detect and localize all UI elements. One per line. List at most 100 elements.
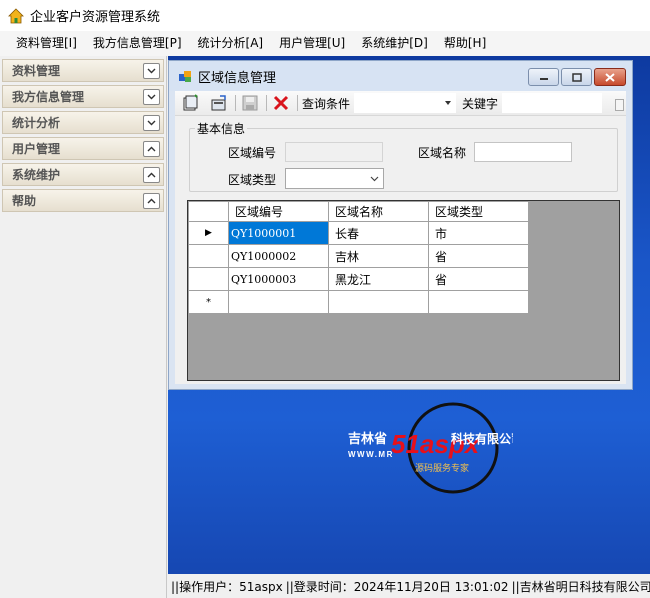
toolbar-overflow-button[interactable] xyxy=(615,99,624,111)
new-record-icon[interactable] xyxy=(181,93,201,113)
grid-table: 区域编号 区域名称 区域类型 ▶ QY1000001 长春 市 QY100000… xyxy=(188,201,529,314)
status-company: ||吉林省明日科技有限公司制 xyxy=(511,579,650,594)
column-header-region-type[interactable]: 区域类型 xyxy=(428,201,529,222)
logo-graphic: 吉林省 51aspx 科技有限公司 WWW.MR 源码服务专家 xyxy=(348,402,523,494)
grid-corner-cell xyxy=(188,201,229,222)
toolbar-separator xyxy=(266,95,267,111)
cell-region-type[interactable]: 市 xyxy=(428,221,529,245)
table-row[interactable]: QY1000003 黑龙江 省 xyxy=(188,267,529,291)
company-logo: 吉林省 51aspx 科技有限公司 WWW.MR 源码服务专家 xyxy=(343,401,523,496)
region-code-input[interactable] xyxy=(285,142,383,162)
menu-user-management[interactable]: 用户管理[U] xyxy=(271,31,353,56)
cell-region-type[interactable]: 省 xyxy=(428,267,529,291)
region-name-input[interactable] xyxy=(474,142,572,162)
sidebar-section-label: 系统维护 xyxy=(12,168,61,182)
window-body: 查询条件 关键字 基本信息 区域编号 区域名称 区域类型 区域编号 区域名称 区… xyxy=(175,91,626,384)
region-name-label: 区域名称 xyxy=(418,146,467,160)
query-condition-label: 查询条件 xyxy=(302,96,351,111)
toolbar: 查询条件 关键字 xyxy=(175,91,626,116)
sidebar-section-statistics[interactable]: 统计分析 xyxy=(2,111,164,134)
region-code-label: 区域编号 xyxy=(228,146,277,160)
cell-region-code[interactable]: QY1000002 xyxy=(228,244,329,268)
cell-region-name[interactable]: 长春 xyxy=(328,221,429,245)
keyword-input[interactable] xyxy=(502,93,603,113)
menu-bar: 资料管理[I] 我方信息管理[P] 统计分析[A] 用户管理[U] 系统维护[D… xyxy=(0,31,650,56)
sidebar-section-label: 统计分析 xyxy=(12,116,61,130)
region-info-window: 区域信息管理 查询条件 关键字 基本信息 区域编号 区域名称 区域类型 区域编号… xyxy=(168,60,633,390)
region-type-select[interactable] xyxy=(285,168,384,189)
sidebar-section-user-management[interactable]: 用户管理 xyxy=(2,137,164,160)
chevron-down-icon xyxy=(370,176,379,182)
toolbar-separator xyxy=(235,95,236,111)
region-data-grid: 区域编号 区域名称 区域类型 ▶ QY1000001 长春 市 QY100000… xyxy=(187,200,620,381)
maximize-icon xyxy=(571,72,582,82)
logo-url-text: WWW.MR xyxy=(348,450,394,459)
sidebar-section-label: 资料管理 xyxy=(12,64,61,78)
row-header[interactable] xyxy=(188,267,229,291)
sidebar-section-data-management[interactable]: 资料管理 xyxy=(2,59,164,82)
home-icon xyxy=(8,7,24,23)
chevron-down-icon[interactable] xyxy=(143,88,160,105)
cell-region-code[interactable]: QY1000003 xyxy=(228,267,329,291)
new-row[interactable]: * xyxy=(188,290,529,314)
cell-region-type[interactable]: 省 xyxy=(428,244,529,268)
logo-left-text: 吉林省 xyxy=(348,431,387,446)
sidebar-section-system-maintenance[interactable]: 系统维护 xyxy=(2,163,164,186)
app-title: 企业客户资源管理系统 xyxy=(30,10,161,25)
grid-header-row: 区域编号 区域名称 区域类型 xyxy=(188,201,529,222)
column-header-region-name[interactable]: 区域名称 xyxy=(328,201,429,222)
sidebar-section-our-info-management[interactable]: 我方信息管理 xyxy=(2,85,164,108)
app-titlebar: 企业客户资源管理系统 xyxy=(0,0,650,31)
menu-help[interactable]: 帮助[H] xyxy=(436,31,494,56)
sidebar-section-label: 用户管理 xyxy=(12,142,61,156)
edit-record-icon[interactable] xyxy=(209,93,229,113)
menu-our-info-management[interactable]: 我方信息管理[P] xyxy=(85,31,190,56)
basic-info-groupbox: 基本信息 区域编号 区域名称 区域类型 xyxy=(189,120,618,192)
logo-suffix-text: 科技有限公司 xyxy=(451,431,513,446)
close-button[interactable] xyxy=(594,68,626,86)
sidebar-section-label: 帮助 xyxy=(12,194,37,208)
region-type-label: 区域类型 xyxy=(228,173,277,187)
chevron-down-icon[interactable] xyxy=(143,114,160,131)
menu-data-management[interactable]: 资料管理[I] xyxy=(8,31,85,56)
sidebar-section-label: 我方信息管理 xyxy=(12,90,85,104)
new-row-indicator-icon[interactable]: * xyxy=(188,290,229,314)
delete-icon[interactable] xyxy=(271,93,291,113)
save-icon[interactable] xyxy=(240,93,260,113)
chevron-up-icon[interactable] xyxy=(143,166,160,183)
cell-region-code[interactable]: QY1000001 xyxy=(228,221,329,245)
sidebar: 资料管理 我方信息管理 统计分析 用户管理 系统维护 帮助 xyxy=(0,56,167,598)
menu-system-maintenance[interactable]: 系统维护[D] xyxy=(353,31,436,56)
table-row[interactable]: ▶ QY1000001 长春 市 xyxy=(188,221,529,245)
chevron-down-icon[interactable] xyxy=(143,62,160,79)
new-cell-region-name[interactable] xyxy=(328,290,429,314)
close-icon xyxy=(605,72,615,82)
table-row[interactable]: QY1000002 吉林 省 xyxy=(188,244,529,268)
column-header-region-code[interactable]: 区域编号 xyxy=(228,201,329,222)
cell-region-name[interactable]: 吉林 xyxy=(328,244,429,268)
maximize-button[interactable] xyxy=(561,68,592,86)
new-cell-region-code[interactable] xyxy=(228,290,329,314)
current-row-indicator-icon[interactable]: ▶ xyxy=(188,221,229,245)
window-title: 区域信息管理 xyxy=(198,70,277,86)
cell-region-name[interactable]: 黑龙江 xyxy=(328,267,429,291)
groupbox-title: 基本信息 xyxy=(195,120,248,137)
chevron-up-icon[interactable] xyxy=(143,140,160,157)
new-cell-region-type[interactable] xyxy=(428,290,529,314)
row-header[interactable] xyxy=(188,244,229,268)
status-bar: ||操作用户：51aspx ||登录时间：2024年11月20日 13:01:0… xyxy=(168,574,650,598)
window-titlebar: 区域信息管理 xyxy=(169,61,632,91)
chevron-up-icon[interactable] xyxy=(143,192,160,209)
dropdown-arrow-icon xyxy=(445,101,452,105)
menu-statistics[interactable]: 统计分析[A] xyxy=(190,31,272,56)
toolbar-separator xyxy=(297,95,298,111)
sidebar-section-help[interactable]: 帮助 xyxy=(2,189,164,212)
keyword-label: 关键字 xyxy=(462,96,499,111)
minimize-icon xyxy=(539,78,548,80)
logo-tagline: 源码服务专家 xyxy=(415,462,469,473)
status-operator: ||操作用户：51aspx xyxy=(171,579,283,594)
status-login-time: ||登录时间：2024年11月20日 13:01:02 xyxy=(285,579,509,594)
minimize-button[interactable] xyxy=(528,68,559,86)
query-condition-select[interactable] xyxy=(354,93,457,113)
window-controls xyxy=(528,68,626,86)
